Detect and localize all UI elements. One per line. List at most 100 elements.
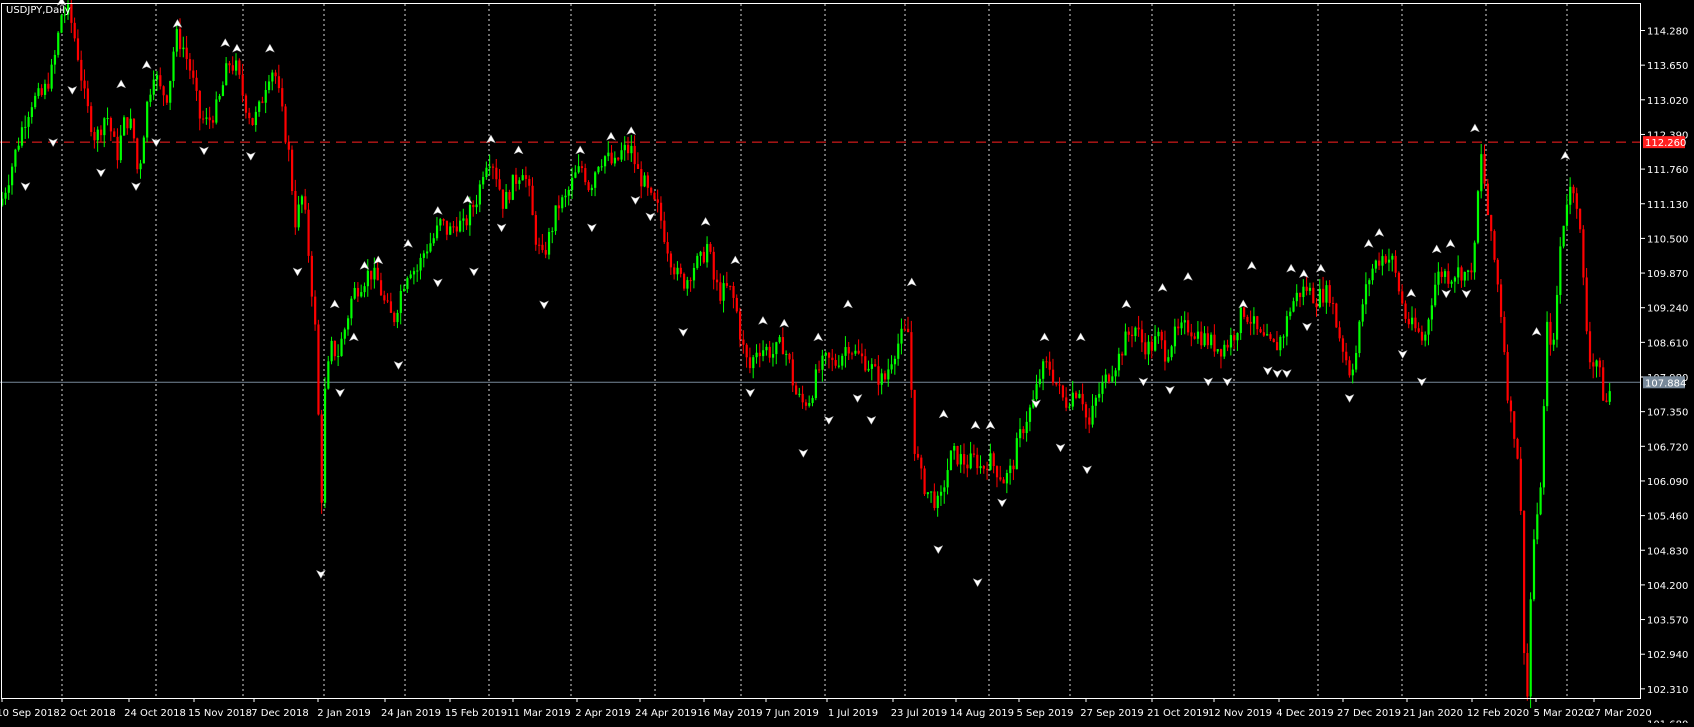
price-axis[interactable]: 114.280113.650113.020112.390111.760111.1… xyxy=(1641,27,1688,727)
candle-bull xyxy=(989,453,992,470)
candle-bull xyxy=(699,251,702,256)
candle-bull xyxy=(43,83,47,95)
candle-bear xyxy=(452,226,455,228)
candle-bull xyxy=(1411,317,1414,325)
candle-bull xyxy=(554,205,557,232)
candle-bear xyxy=(715,279,719,283)
candle-bull xyxy=(1424,334,1427,341)
candle-bear xyxy=(857,350,860,354)
candle-bear xyxy=(244,95,248,113)
candle-bear xyxy=(1226,344,1229,348)
candle-bear xyxy=(1246,316,1249,322)
candle-bear xyxy=(712,251,715,280)
candle-bull xyxy=(979,466,982,469)
candle-bull xyxy=(1555,294,1559,340)
candle-bear xyxy=(617,157,620,160)
candle-bear xyxy=(1075,392,1078,398)
candle-bull xyxy=(142,137,145,164)
candle-bull xyxy=(1019,429,1022,439)
candle-bear xyxy=(1305,286,1308,291)
candle-bear xyxy=(1509,400,1513,412)
candle-bear xyxy=(294,191,297,228)
candle-bull xyxy=(1078,393,1081,398)
candle-bear xyxy=(1516,438,1519,459)
candle-bull xyxy=(775,342,778,355)
candle-bull xyxy=(1005,473,1009,484)
candle-bull xyxy=(1167,357,1170,362)
candle-bear xyxy=(1549,321,1552,345)
candle-bear xyxy=(910,332,913,390)
candle-bull xyxy=(762,350,765,357)
candle-bear xyxy=(1447,271,1450,284)
candle-bull xyxy=(1236,333,1239,341)
candle-bear xyxy=(393,312,396,323)
candle-bear xyxy=(1414,317,1417,329)
y-tick-label: 113.650 xyxy=(1647,61,1688,72)
candle-bull xyxy=(34,95,37,108)
x-tick-label: 23 Jul 2019 xyxy=(891,708,948,719)
candle-bear xyxy=(284,106,287,143)
candle-bear xyxy=(1440,271,1443,277)
candle-bull xyxy=(1042,361,1045,379)
candle-bear xyxy=(195,77,198,91)
candle-bull xyxy=(505,191,508,209)
candle-bull xyxy=(1536,514,1539,540)
candle-bull xyxy=(1308,287,1312,291)
candle-bull xyxy=(798,393,801,395)
candle-bear xyxy=(86,88,89,107)
candle-bull xyxy=(722,283,725,301)
candle-bear xyxy=(1513,411,1516,439)
candle-bull xyxy=(429,243,432,252)
candle-bear xyxy=(1200,331,1203,346)
candle-bear xyxy=(465,218,468,226)
candle-bear xyxy=(627,144,630,154)
candle-bull xyxy=(692,267,696,281)
candle-bull xyxy=(254,111,257,126)
usdjpy-daily-chart[interactable]: 114.280 113.650 113.020 112.390 111.760 111.1… xyxy=(0,0,1694,727)
candle-bull xyxy=(218,95,221,100)
candle-bull xyxy=(1210,334,1213,346)
candle-bear xyxy=(966,464,969,469)
candle-bear xyxy=(185,47,188,60)
candle-bear xyxy=(659,202,663,221)
candle-bear xyxy=(538,244,541,246)
candle-bear xyxy=(40,88,43,95)
candle-bear xyxy=(804,402,808,406)
x-tick-label: 27 Mar 2020 xyxy=(1588,708,1651,719)
candle-bull xyxy=(475,204,478,208)
candle-bear xyxy=(729,285,732,287)
candle-bear xyxy=(386,300,389,302)
y-tick-label: 103.570 xyxy=(1647,616,1688,627)
y-tick-label: 111.130 xyxy=(1647,200,1688,211)
candle-bull xyxy=(600,166,603,168)
candle-bear xyxy=(1051,369,1055,383)
candle-bull xyxy=(946,470,949,488)
candle-bear xyxy=(162,86,165,96)
candle-bull xyxy=(1430,305,1433,320)
candle-bear xyxy=(93,132,96,141)
x-tick-label: 12 Feb 2020 xyxy=(1467,708,1529,719)
candle-bear xyxy=(1193,336,1196,339)
chart-canvas[interactable]: 114.280113.650113.020112.390111.760111.1… xyxy=(0,0,1694,727)
candle-bull xyxy=(146,101,149,138)
candle-bull xyxy=(1015,438,1018,470)
candle-bear xyxy=(1572,186,1575,194)
candle-bull xyxy=(949,450,953,471)
candle-bear xyxy=(202,118,205,120)
candle-bull xyxy=(1295,292,1298,302)
candle-bull xyxy=(1532,539,1536,600)
candle-bull xyxy=(323,388,327,503)
y-tick-label: 104.830 xyxy=(1647,546,1688,557)
candle-bull xyxy=(363,286,366,293)
candle-bull xyxy=(1318,288,1321,308)
candle-bull xyxy=(1453,277,1457,282)
candle-bear xyxy=(90,106,93,133)
candle-bear xyxy=(1575,193,1578,209)
candle-bull xyxy=(169,81,172,103)
candle-bull xyxy=(518,180,521,184)
candle-bear xyxy=(1499,284,1503,317)
candle-bull xyxy=(1028,407,1032,422)
candle-bear xyxy=(76,38,80,60)
candle-bear xyxy=(291,149,294,192)
candle-bull xyxy=(1104,374,1107,383)
